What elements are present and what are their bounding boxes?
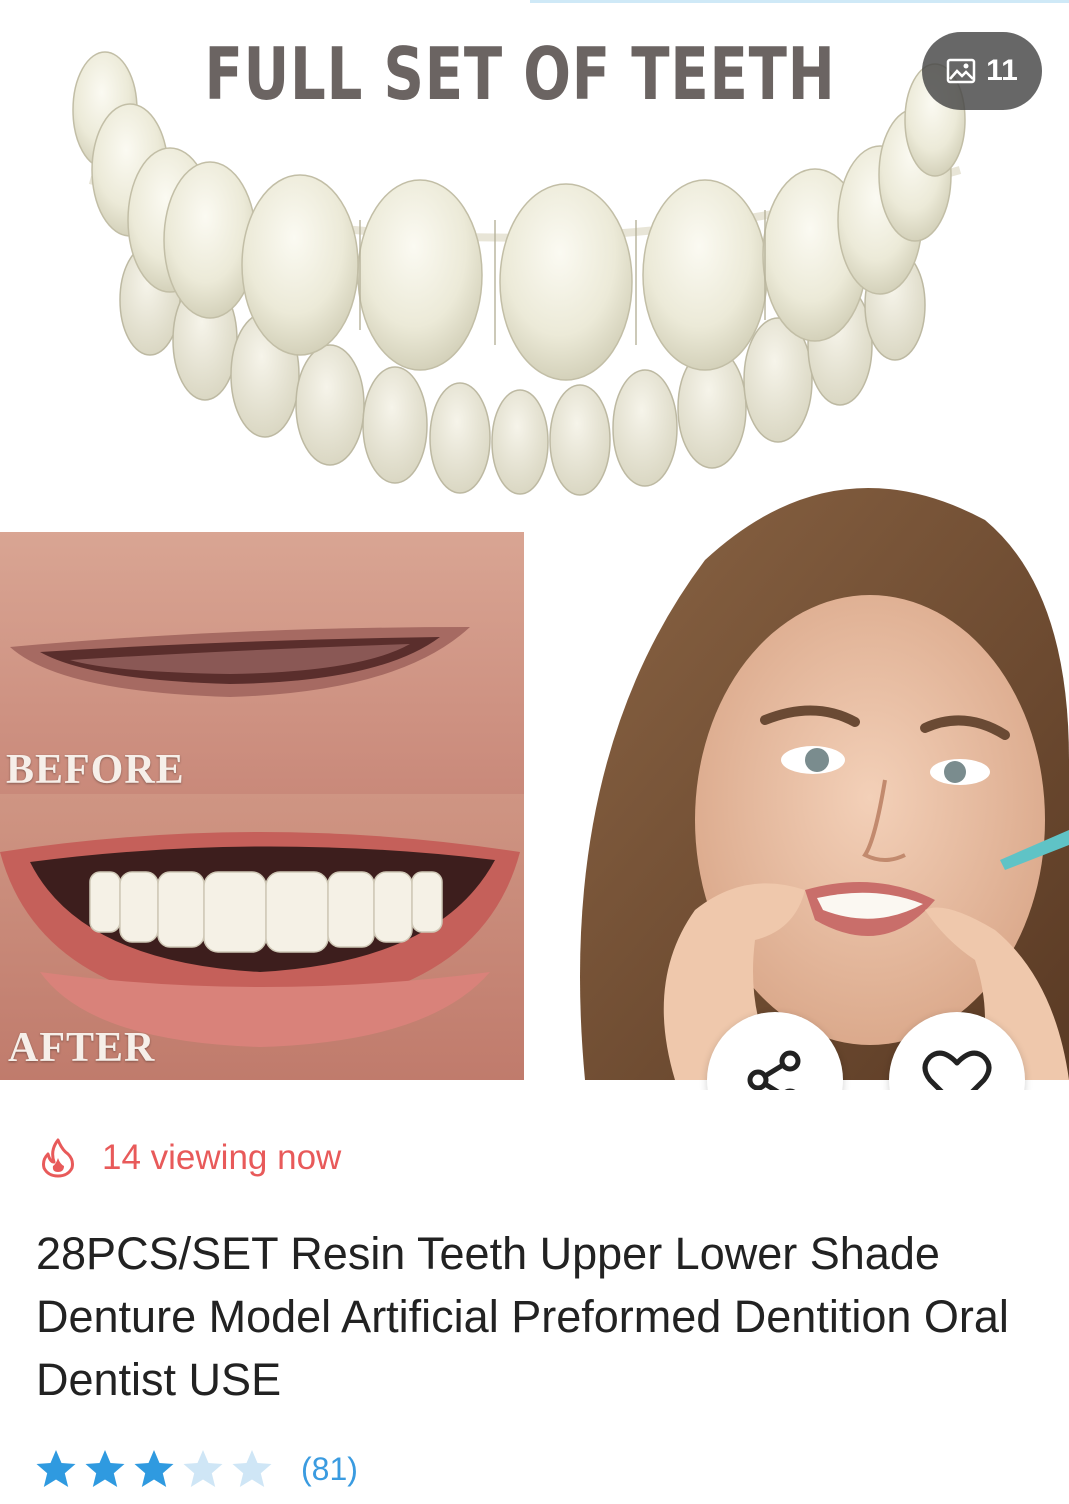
before-after-image: BEFORE AFTER [0,532,524,1080]
image-icon [946,58,976,84]
viewing-now-indicator: 14 viewing now [40,1138,341,1178]
product-image-gallery[interactable]: FULL SET OF TEETH 11 BEFORE AFTER [0,0,1069,1090]
star-empty-icon [183,1450,223,1487]
star-filled-icon [85,1450,125,1487]
before-label: BEFORE [6,747,185,793]
star-filled-icon [36,1450,76,1487]
star-filled-icon [134,1450,174,1487]
image-counter-value: 11 [986,54,1018,87]
model-photo [555,460,1069,1080]
rating-stars [34,1448,274,1490]
product-title: 28PCS/SET Resin Teeth Upper Lower Shade … [36,1228,1009,1405]
product-rating[interactable]: (81) [34,1448,358,1490]
after-label: AFTER [8,1025,156,1071]
review-count[interactable]: (81) [301,1451,358,1488]
image-counter-badge[interactable]: 11 [922,32,1042,110]
share-icon [747,1050,801,1090]
before-after-photo [0,532,524,1080]
teeth-illustration: FULL SET OF TEETH [0,0,1069,520]
heart-icon [922,1050,992,1090]
viewing-now-text: 14 viewing now [102,1138,342,1177]
smiling-woman-image [580,488,1069,1080]
star-empty-icon [232,1450,272,1487]
flame-icon [42,1138,74,1178]
promo-title: FULL SET OF TEETH [204,32,836,116]
